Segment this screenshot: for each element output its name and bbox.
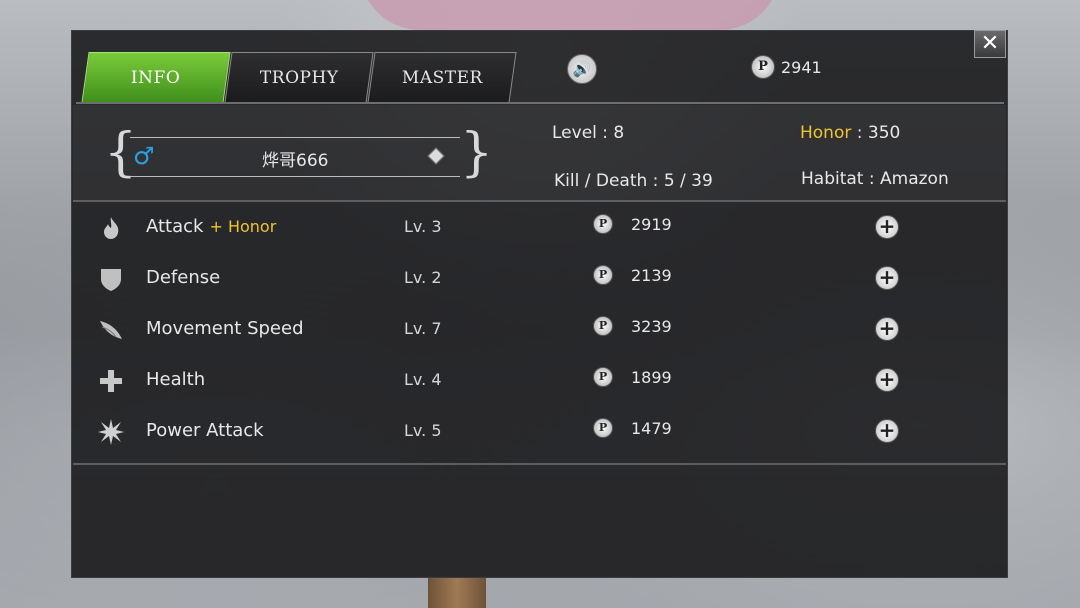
footer-area <box>73 477 1006 576</box>
tab-divider <box>76 102 1004 104</box>
level-stat: Level : 8 <box>552 123 625 143</box>
background-stick <box>428 578 486 608</box>
p-coin-icon: P <box>593 367 613 387</box>
tab-info[interactable]: INFO <box>81 52 231 103</box>
habitat-stat: Habitat : Amazon <box>801 169 949 189</box>
stat-bonus: + Honor <box>209 217 277 236</box>
flame-icon <box>97 214 125 242</box>
stat-level: Lv. 7 <box>404 319 442 338</box>
stat-cost: P 3239 <box>593 316 672 336</box>
cross-icon <box>97 367 125 395</box>
stat-row-power-attack: Power Attack Lv. 5 P 1479 + <box>73 406 1006 456</box>
stat-level: Lv. 3 <box>404 217 442 236</box>
close-button[interactable]: ✕ <box>974 30 1006 58</box>
wing-icon <box>97 316 125 344</box>
stat-level: Lv. 5 <box>404 421 442 440</box>
p-coin-icon: P <box>593 316 613 336</box>
speaker-icon[interactable]: 🔊 <box>567 54 597 84</box>
stat-name: Attack + Honor <box>146 216 277 237</box>
stat-row-defense: Defense Lv. 2 P 2139 + <box>73 253 1006 303</box>
stat-name: Power Attack <box>146 420 264 441</box>
stat-row-health: Health Lv. 4 P 1899 + <box>73 355 1006 405</box>
stat-cost: P 1479 <box>593 418 672 438</box>
stat-row-attack: Attack + Honor Lv. 3 P 2919 + <box>73 202 1006 252</box>
stat-level: Lv. 4 <box>404 370 442 389</box>
p-coin-icon: P <box>593 214 613 234</box>
stat-cost: P 1899 <box>593 367 672 387</box>
upgrade-defense-button[interactable]: + <box>875 266 899 290</box>
upgrade-movement-speed-button[interactable]: + <box>875 317 899 341</box>
upgrade-power-attack-button[interactable]: + <box>875 419 899 443</box>
player-name: 烨哥666 <box>262 151 329 171</box>
honor-stat: Honor : 350 <box>800 123 901 143</box>
currency-display: P 2941 <box>751 55 822 79</box>
kill-death-stat: Kill / Death : 5 / 39 <box>554 171 713 191</box>
stat-cost: P 2919 <box>593 214 672 234</box>
currency-amount: 2941 <box>781 57 822 77</box>
tab-trophy[interactable]: TROPHY <box>224 52 374 103</box>
stat-name: Defense <box>146 267 221 288</box>
background-creature <box>360 0 780 30</box>
left-bracket-ornament: { <box>104 123 138 183</box>
stat-cost: P 2139 <box>593 265 672 285</box>
right-bracket-ornament: } <box>460 123 494 183</box>
stat-name: Movement Speed <box>146 318 304 339</box>
stat-level: Lv. 2 <box>404 268 442 287</box>
tab-master[interactable]: MASTER <box>367 52 517 103</box>
stats-divider <box>73 463 1006 465</box>
upgrade-attack-button[interactable]: + <box>875 215 899 239</box>
burst-icon <box>97 418 125 446</box>
shield-icon <box>97 265 125 293</box>
male-icon: ♂ <box>133 142 155 170</box>
stat-row-movement-speed: Movement Speed Lv. 7 P 3239 + <box>73 304 1006 354</box>
stat-name: Health <box>146 369 206 390</box>
upgrade-health-button[interactable]: + <box>875 368 899 392</box>
p-coin-icon: P <box>593 418 613 438</box>
p-coin-icon: P <box>751 55 775 79</box>
p-coin-icon: P <box>593 265 613 285</box>
